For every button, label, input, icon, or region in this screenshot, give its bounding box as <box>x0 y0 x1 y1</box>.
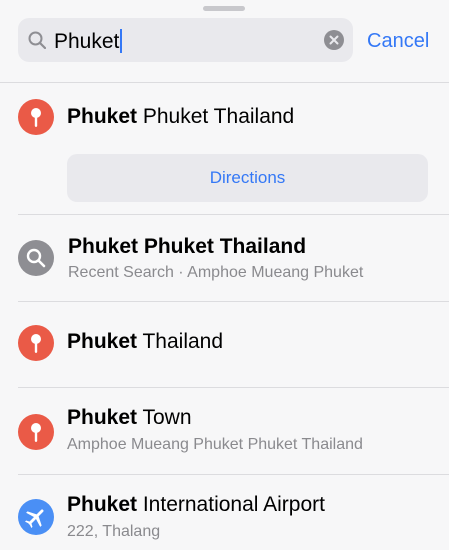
text-caret <box>120 29 123 53</box>
search-icon <box>28 31 47 50</box>
result-subtitle: 222, Thalang <box>67 523 161 540</box>
result-item-recent-search[interactable]: Phuket Phuket Thailand Recent Search · A… <box>0 215 449 301</box>
sheet-grabber[interactable] <box>203 6 245 11</box>
cancel-button[interactable]: Cancel <box>367 29 429 53</box>
search-icon <box>18 240 54 276</box>
directions-button[interactable]: Directions <box>67 154 428 202</box>
result-title: Phuket International Airport <box>67 493 325 516</box>
search-bar: Phuket Cancel <box>0 18 449 64</box>
result-subtitle: Amphoe Mueang Phuket Phuket Thailand <box>67 436 363 453</box>
result-item-phuket-thailand[interactable]: Phuket Thailand <box>0 302 449 387</box>
search-query[interactable]: Phuket <box>54 29 123 54</box>
result-title: Phuket Phuket Thailand <box>68 235 307 258</box>
search-sheet: Phuket Cancel Phuket Phuket Thailand Dir… <box>0 0 449 550</box>
clear-icon <box>329 35 339 45</box>
result-item-phuket-town[interactable]: Phuket Town Amphoe Mueang Phuket Phuket … <box>0 388 449 474</box>
clear-search-button[interactable] <box>324 30 344 50</box>
location-pin-icon <box>18 414 54 450</box>
location-pin-icon <box>18 99 54 135</box>
result-title: Phuket Town <box>67 406 192 429</box>
result-title: Phuket Thailand <box>67 330 224 353</box>
airplane-icon <box>18 499 54 535</box>
result-subtitle: Recent Search · Amphoe Mueang Phuket <box>68 264 364 281</box>
result-item-phuket-airport[interactable]: Phuket International Airport 222, Thalan… <box>0 475 449 550</box>
location-pin-icon <box>18 325 54 361</box>
search-input[interactable]: Phuket <box>18 18 353 62</box>
result-title: Phuket Phuket Thailand <box>67 105 295 128</box>
directions-label: Directions <box>209 168 286 187</box>
